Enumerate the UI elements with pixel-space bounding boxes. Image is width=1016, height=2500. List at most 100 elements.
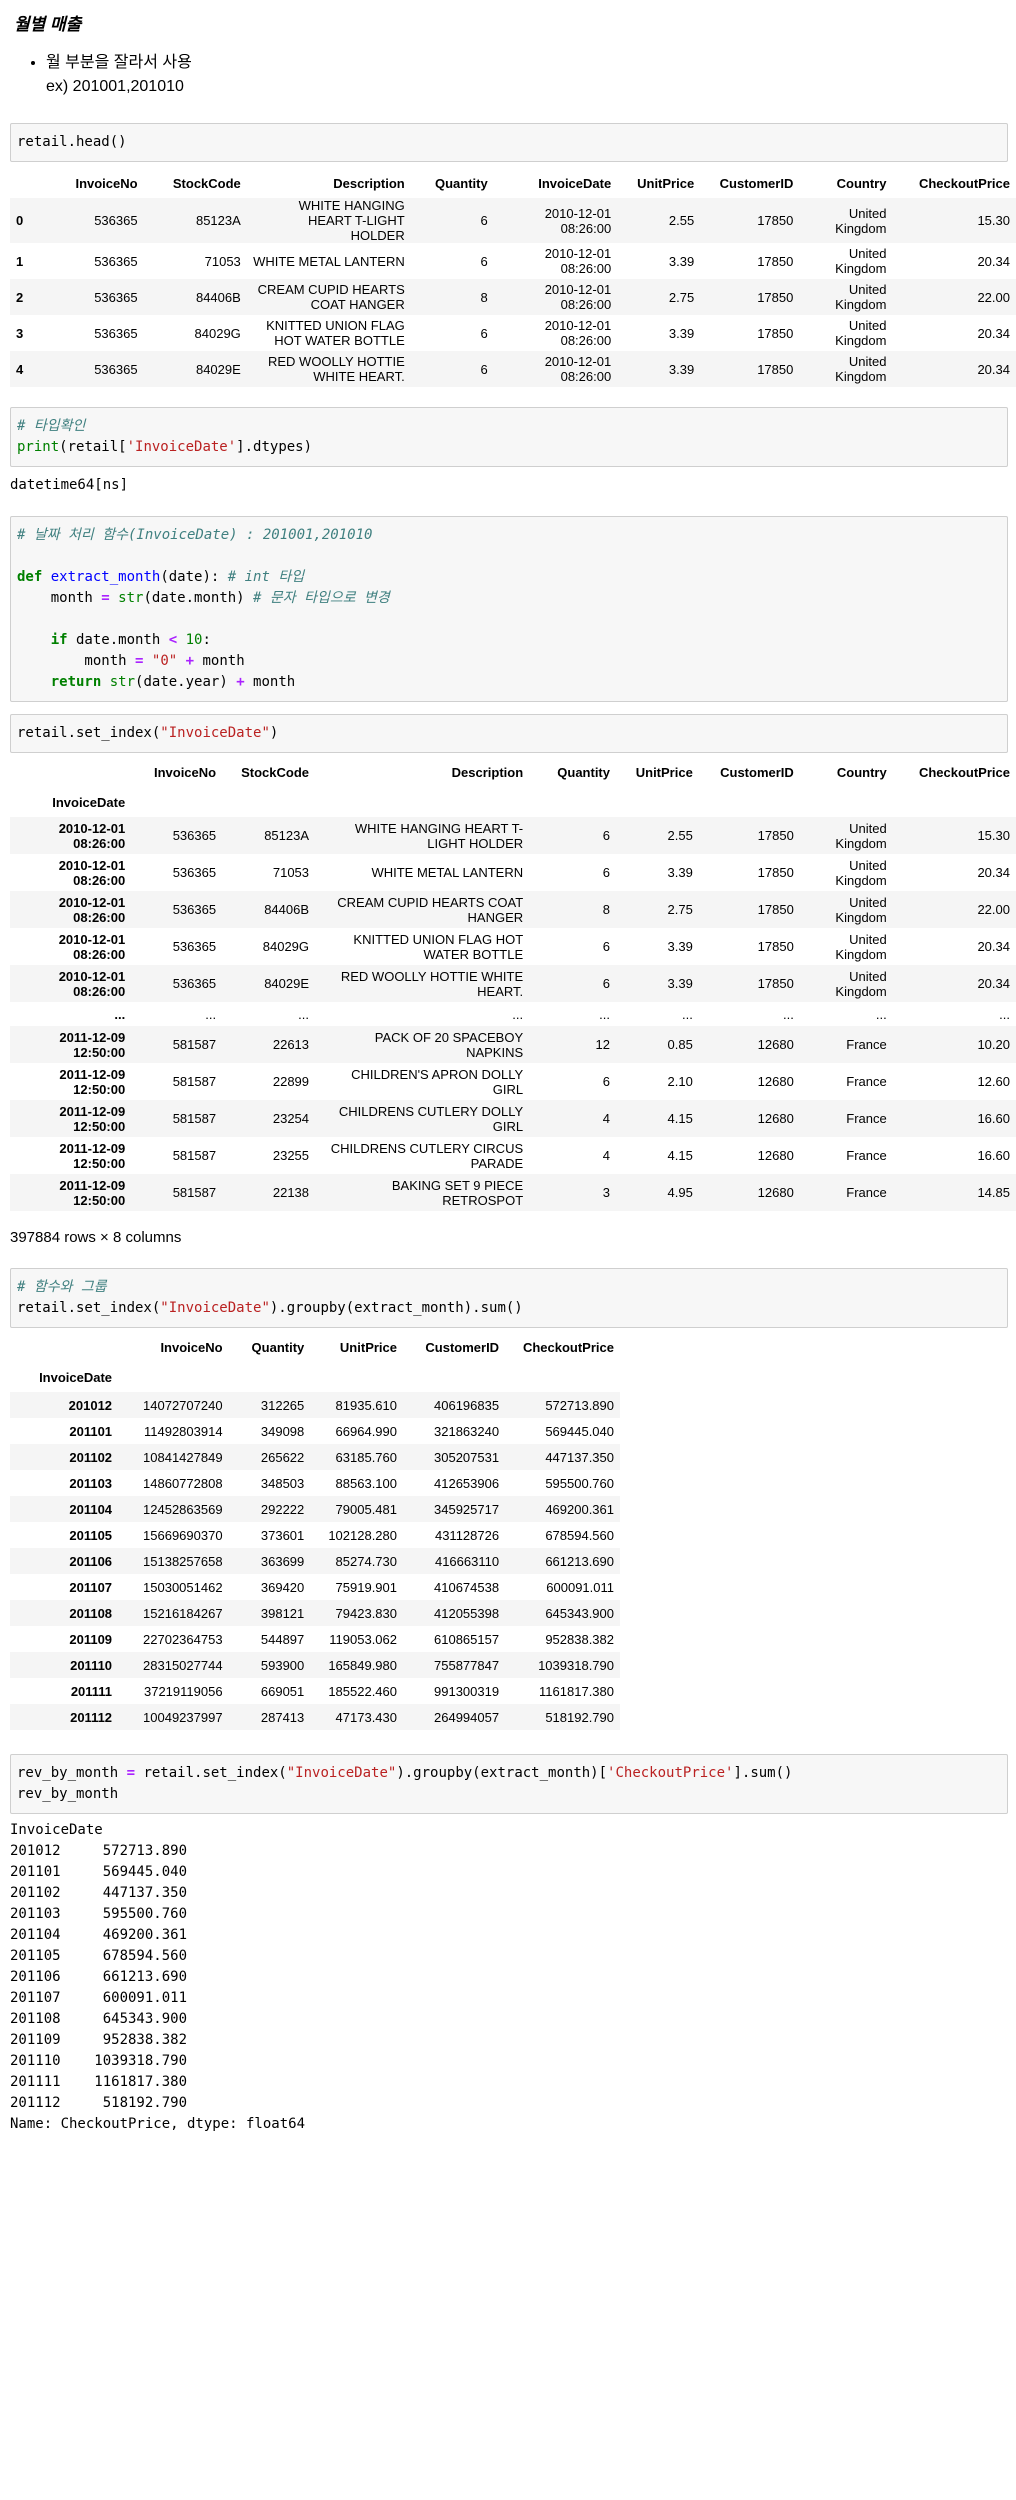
table-row: 1 536365 71053 WHITE METAL LANTERN 6 2010-12-… (10, 243, 1016, 279)
code-cell-rev-by-month[interactable]: rev_by_month = retail.set_index("Invoice… (10, 1754, 1008, 1814)
table-cell: 17850 (757, 828, 794, 843)
table-cell: 1039318.790 (538, 1657, 614, 1673)
row-index: 3 (16, 325, 24, 341)
table-cell: WHITE HANGING HEART T-LIGHT HOLDER (298, 198, 405, 243)
column-header: UnitPrice (635, 764, 693, 780)
table-cell: 593900 (260, 1657, 305, 1673)
table-cell: 581587 (172, 1111, 217, 1126)
table-cell: 84029G (194, 325, 241, 341)
table-cell: 952838.382 (545, 1631, 614, 1647)
table-cell: 4 (602, 1111, 610, 1126)
table-cell: 15138257658 (143, 1553, 223, 1569)
table-row: 2011-12-09 12:50:00 581587 22613 PACK OF 20… (10, 1026, 1016, 1063)
table-cell: ... (298, 1006, 310, 1022)
table-cell: 581587 (172, 1185, 217, 1200)
table-cell: 3.39 (668, 325, 695, 341)
table-cell: 312265 (260, 1397, 305, 1413)
dataframe-monthly: InvoiceNo Quantity UnitPrice CustomerID Chec… (10, 1332, 620, 1730)
row-index: 2 (16, 289, 24, 305)
table-cell: 6 (480, 213, 488, 228)
table-cell: 305207531 (434, 1449, 500, 1465)
index-name-spacer (699, 787, 800, 817)
table-cell: 412653906 (434, 1475, 500, 1491)
table-cell: 398121 (260, 1605, 305, 1621)
table-cell: 6 (602, 939, 610, 954)
column-header: CustomerID (720, 764, 794, 780)
table-cell: 81935.610 (335, 1397, 397, 1413)
table-cell: ... (681, 1006, 693, 1022)
code-cell-groupby[interactable]: # 함수와 그룹 retail.set_index("InvoiceDate")… (10, 1268, 1008, 1328)
table-cell: ... (205, 1006, 217, 1022)
table-row: 2010-12-01 08:26:00 536365 84029G KNITTED U… (10, 928, 1016, 965)
column-header: InvoiceNo (153, 764, 217, 780)
table-row: 2010-12-01 08:26:00 536365 84406B CREAM CUP… (10, 891, 1016, 928)
table-cell: 345925717 (434, 1501, 500, 1517)
dataframe-indexed: InvoiceNo StockCode Description Quantity Uni… (10, 757, 1016, 1211)
column-header: InvoiceNo (75, 175, 138, 191)
column-header (10, 1332, 118, 1362)
table-cell: 84029E (264, 976, 310, 991)
table-cell: RED WOOLLY HOTTIE WHITE HEART. (340, 968, 524, 999)
column-header: StockCode (172, 175, 241, 191)
row-index: 201102 (69, 1449, 113, 1465)
markdown-cell: 월별 매출 월 부분을 잘라서 사용 ex) 201001,201010 (0, 0, 1016, 99)
table-cell: 6 (602, 1074, 610, 1089)
series-row: 201111 1161817.380 (10, 2074, 188, 2090)
table-cell: 321863240 (434, 1423, 500, 1439)
table-cell: 12680 (757, 1185, 794, 1200)
table-cell: 22899 (272, 1074, 310, 1089)
table-cell: United Kingdom (835, 894, 887, 925)
table-cell: 2.55 (668, 213, 695, 228)
table-cell: United Kingdom (835, 205, 887, 236)
series-row: 201012 572713.890 (10, 1843, 188, 1859)
series-row: 201107 600091.011 (10, 1990, 188, 2006)
row-index: 2011-12-09 12:50:00 (59, 1103, 126, 1134)
code-cell-head[interactable]: retail.head() (10, 123, 1008, 162)
table-cell: 264994057 (434, 1709, 500, 1725)
table-body: 0 536365 85123A WHITE HANGING HEART T-LIGHT… (10, 198, 1016, 387)
table-cell: WHITE METAL LANTERN (371, 865, 524, 880)
table-cell: 581587 (172, 1037, 217, 1052)
table-cell: 536365 (94, 325, 138, 341)
table-cell: 595500.760 (545, 1475, 614, 1491)
table-cell: 84029G (262, 939, 310, 954)
table-cell: 88563.100 (335, 1475, 397, 1491)
table-cell: 755877847 (434, 1657, 500, 1673)
row-index: 201012 (68, 1397, 113, 1413)
table-cell: CHILDRENS CUTLERY DOLLY GIRL (338, 1103, 524, 1134)
table-cell: 363699 (260, 1553, 305, 1569)
table-cell: 678594.560 (545, 1527, 614, 1543)
bullet-item: 월 부분을 잘라서 사용 ex) 201001,201010 (46, 51, 1002, 99)
table-cell: 2.75 (668, 289, 695, 305)
table-cell: BAKING SET 9 PIECE RETROSPOT (391, 1177, 524, 1208)
table-cell: 84406B (264, 902, 310, 917)
table-row: 201105 15669690370 373601 102128.280 4311287… (10, 1522, 620, 1548)
table-cell: 71053 (204, 253, 241, 269)
table-cell: 581587 (172, 1074, 217, 1089)
table-cell: 20.34 (977, 976, 1010, 991)
table-cell: United Kingdom (835, 246, 887, 276)
table-cell: 536365 (172, 865, 217, 880)
table-cell: 16.60 (977, 1111, 1010, 1126)
table-cell: 2.75 (667, 902, 693, 917)
table-cell: 10.20 (977, 1037, 1010, 1052)
table-cell: 12452863569 (143, 1501, 223, 1517)
row-index: 2010-12-01 08:26:00 (58, 820, 126, 851)
table-cell: 410674538 (434, 1579, 500, 1595)
table-cell: 16.60 (977, 1148, 1010, 1163)
table-cell: 610865157 (434, 1631, 500, 1647)
table-cell: 10841427849 (143, 1449, 223, 1465)
code-cell-function[interactable]: # 날짜 처리 함수(InvoiceDate) : 201001,201010 … (10, 516, 1008, 702)
table-cell: 14.85 (977, 1185, 1010, 1200)
table-cell: 406196835 (434, 1397, 500, 1413)
code-cell-dtype[interactable]: # 타입확인 print(retail['InvoiceDate'].dtype… (10, 407, 1008, 467)
table-cell: France (846, 1037, 887, 1052)
table-cell: 84029E (195, 361, 241, 377)
output-series: InvoiceDate 201012 572713.890 201101 56944… (10, 1820, 1008, 2135)
table-cell: ... (512, 1006, 524, 1022)
table-cell: United Kingdom (835, 282, 887, 312)
table-cell: France (846, 1148, 887, 1163)
table-cell: 0.85 (667, 1037, 693, 1052)
code-cell-set-index[interactable]: retail.set_index("InvoiceDate") (10, 714, 1008, 753)
table-cell: 600091.011 (546, 1579, 614, 1595)
